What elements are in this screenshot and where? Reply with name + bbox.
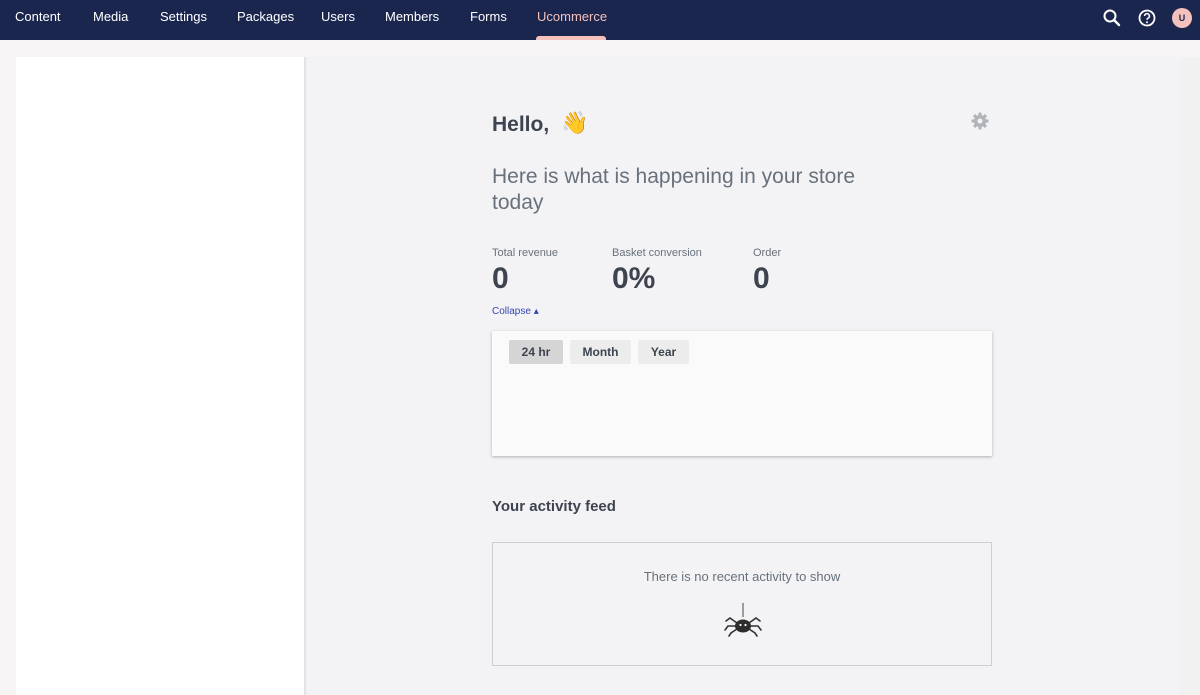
stat-label-total-revenue: Total revenue [492, 247, 559, 259]
spider-icon [723, 603, 763, 637]
help-icon[interactable] [1137, 8, 1157, 28]
period-year-button[interactable]: Year [638, 340, 689, 364]
nav-item-packages[interactable]: Packages [237, 0, 294, 40]
avatar[interactable]: U [1172, 8, 1192, 28]
nav-item-media[interactable]: Media [93, 0, 128, 40]
nav-item-users[interactable]: Users [321, 0, 355, 40]
activity-feed: There is no recent activity to show [492, 542, 992, 666]
stat-value-basket-conversion: 0% [612, 262, 656, 295]
scrollbar[interactable] [1180, 57, 1200, 695]
active-tab-indicator [536, 36, 606, 40]
dashboard-subtitle: Here is what is happening in your store … [492, 165, 856, 214]
greeting: Hello, [492, 113, 550, 136]
nav-item-content[interactable]: Content [15, 0, 61, 40]
activity-feed-empty-message: There is no recent activity to show [643, 569, 841, 584]
stats-chart-card: 24 hr Month Year [492, 331, 992, 456]
nav-item-forms[interactable]: Forms [470, 0, 507, 40]
collapse-link[interactable]: Collapse ▴ [492, 306, 539, 317]
stat-value-order: 0 [753, 262, 770, 295]
gear-icon[interactable] [971, 112, 989, 130]
tree-panel [16, 57, 305, 695]
search-icon[interactable] [1102, 8, 1122, 28]
nav-item-settings[interactable]: Settings [160, 0, 207, 40]
stat-value-total-revenue: 0 [492, 262, 509, 295]
nav-item-ucommerce[interactable]: Ucommerce [537, 0, 607, 40]
waving-hand-icon: 👋 [561, 110, 589, 135]
period-month-button[interactable]: Month [570, 340, 631, 364]
top-navigation: Content Media Settings Packages Users Me… [0, 0, 1200, 40]
period-24hr-button[interactable]: 24 hr [509, 340, 563, 364]
stat-label-order: Order [753, 247, 782, 259]
nav-item-members[interactable]: Members [385, 0, 439, 40]
activity-feed-title: Your activity feed [492, 498, 616, 515]
stat-label-basket-conversion: Basket conversion [612, 247, 702, 259]
